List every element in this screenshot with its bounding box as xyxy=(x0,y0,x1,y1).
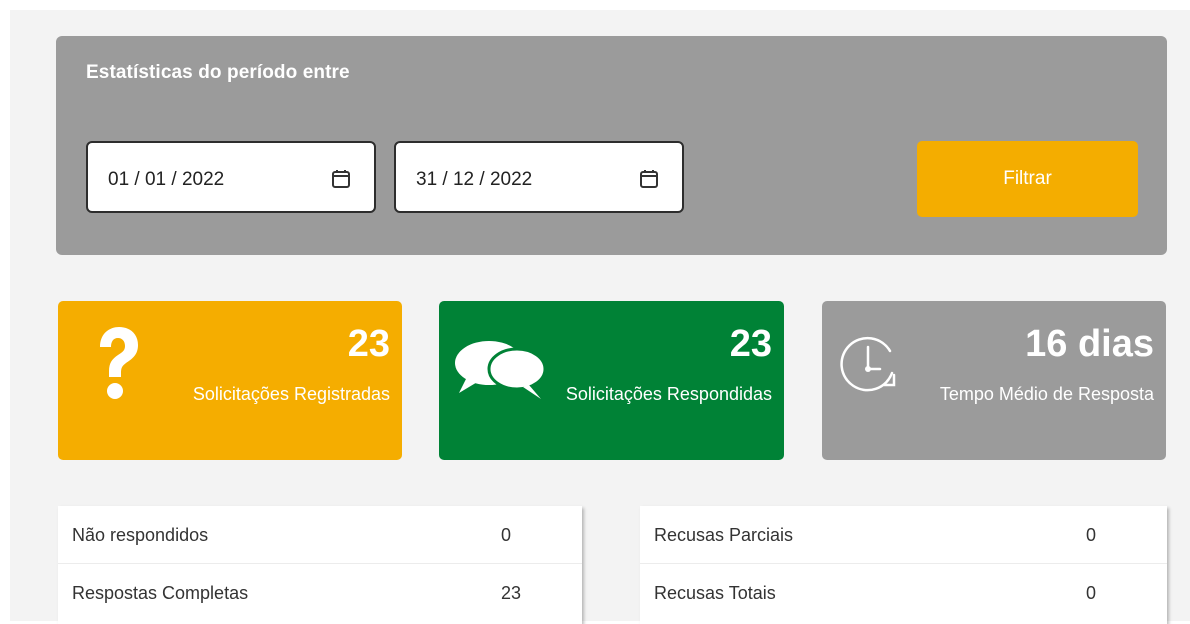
row-label: Recusas Parciais xyxy=(654,525,794,545)
filter-button[interactable]: Filtrar xyxy=(917,141,1138,217)
avg-response-time-card: 16 dias Tempo Médio de Resposta xyxy=(822,301,1166,460)
calendar-icon[interactable] xyxy=(638,168,660,190)
end-date-value: 31 / 12 / 2022 xyxy=(416,169,533,190)
chat-bubbles-icon xyxy=(455,341,547,399)
row-value: 23 xyxy=(501,583,522,603)
table-row: Não respondidos 0 xyxy=(58,506,582,564)
avg-response-value: 16 dias xyxy=(1025,323,1154,365)
start-date-value: 01 / 01 / 2022 xyxy=(108,169,225,190)
start-date-input[interactable]: 01 / 01 / 2022 xyxy=(86,141,376,213)
end-date-input[interactable]: 31 / 12 / 2022 xyxy=(394,141,684,213)
row-value: 0 xyxy=(1086,583,1097,603)
refusal-stats-table: Recusas Parciais 0 Recusas Totais 0 xyxy=(640,506,1167,624)
clock-icon xyxy=(840,336,896,392)
calendar-icon[interactable] xyxy=(330,168,352,190)
avg-response-label: Tempo Médio de Resposta xyxy=(939,384,1154,404)
table-row: Recusas Totais 0 xyxy=(640,564,1167,624)
filter-title: Estatísticas do período entre xyxy=(86,62,350,83)
period-filter-panel: Estatísticas do período entre 01 / 01 / … xyxy=(56,36,1167,255)
row-label: Recusas Totais xyxy=(654,583,776,603)
answered-requests-card: 23 Solicitações Respondidas xyxy=(439,301,784,460)
registered-label: Solicitações Registradas xyxy=(192,384,390,404)
answered-count: 23 xyxy=(729,323,772,365)
row-value: 0 xyxy=(501,525,512,545)
table-row: Respostas Completas 23 xyxy=(58,564,582,624)
registered-count: 23 xyxy=(347,323,390,365)
row-label: Não respondidos xyxy=(72,525,209,545)
answered-label: Solicitações Respondidas xyxy=(565,384,772,404)
row-value: 0 xyxy=(1086,525,1097,545)
row-label: Respostas Completas xyxy=(72,583,249,603)
registered-requests-card: 23 Solicitações Registradas xyxy=(58,301,402,460)
question-icon xyxy=(100,327,138,399)
table-row: Recusas Parciais 0 xyxy=(640,506,1167,564)
response-stats-table: Não respondidos 0 Respostas Completas 23 xyxy=(58,506,582,624)
